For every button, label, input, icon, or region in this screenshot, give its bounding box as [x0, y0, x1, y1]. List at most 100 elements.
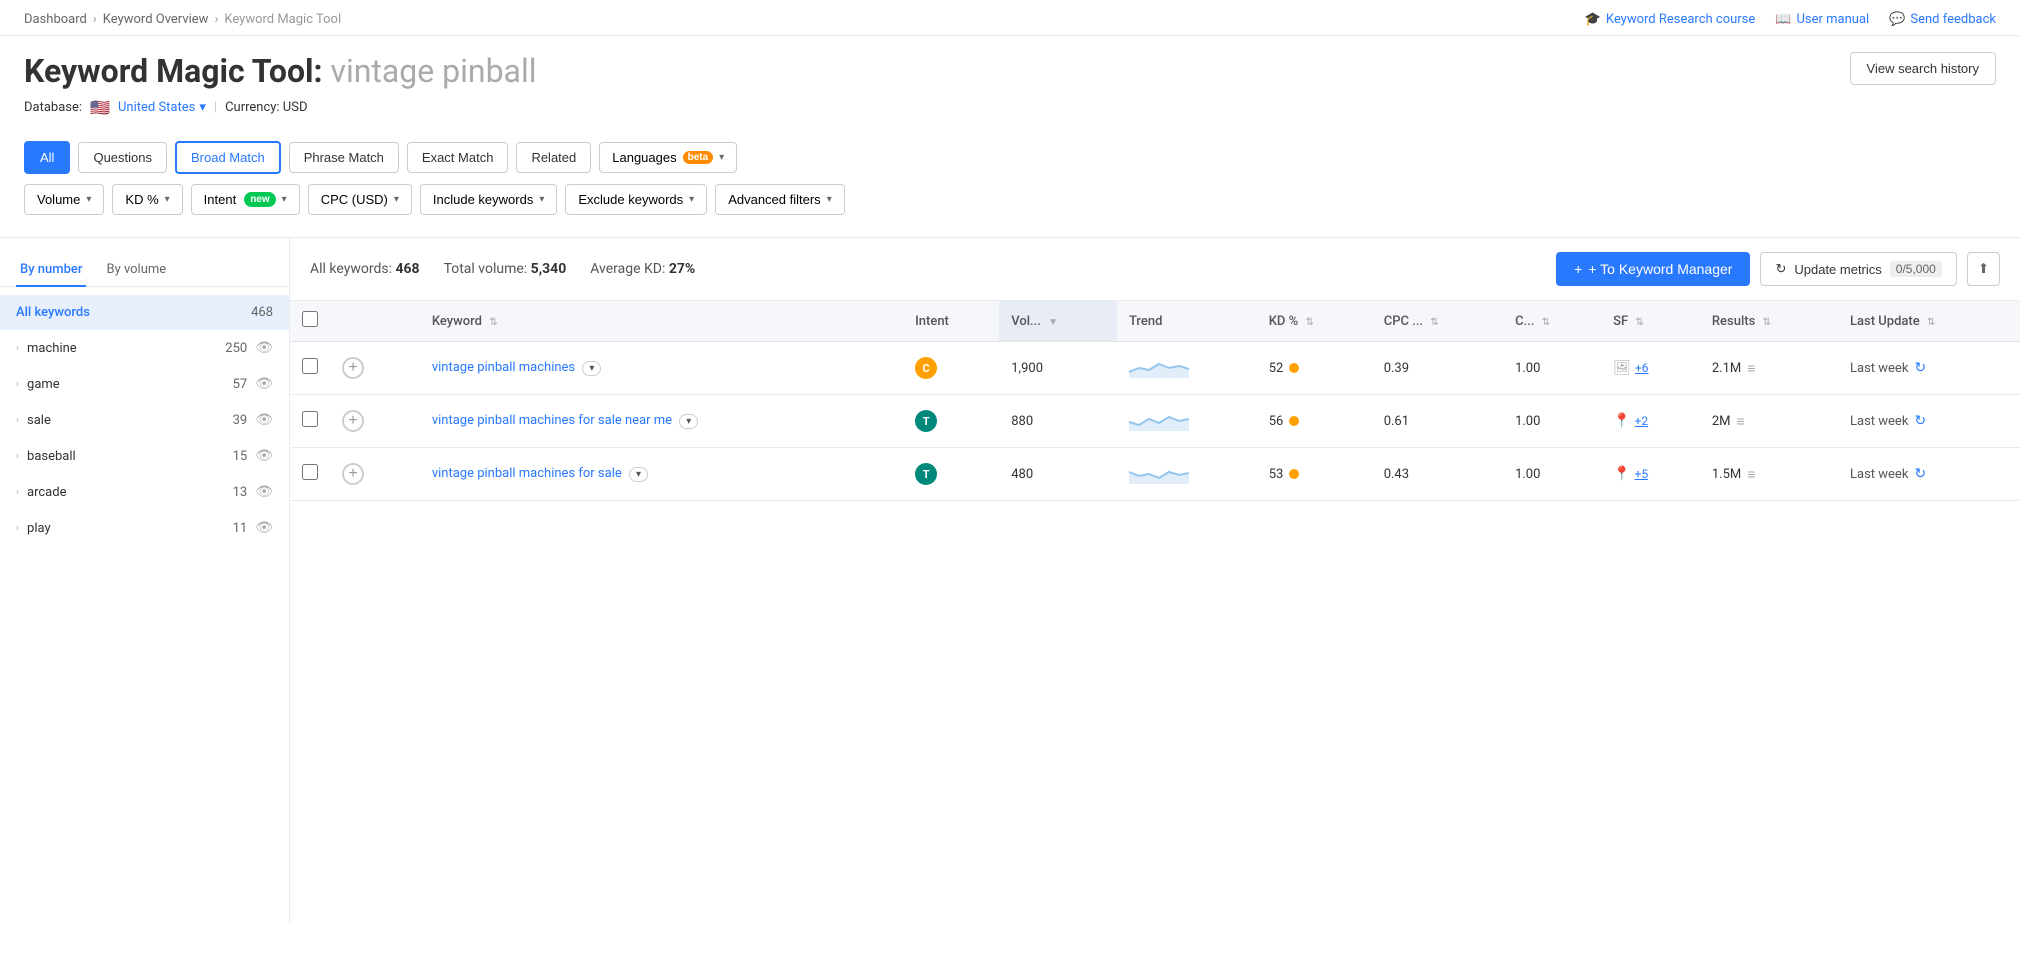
- list-icon: ≡: [1747, 360, 1755, 377]
- include-keywords-filter[interactable]: Include keywords ▾: [420, 184, 557, 215]
- intent-filter[interactable]: Intent new ▾: [191, 184, 300, 215]
- results-col-header[interactable]: Results ⇅: [1700, 301, 1838, 342]
- keyword-expand-button[interactable]: ▾: [629, 467, 648, 482]
- tab-all[interactable]: All: [24, 141, 70, 174]
- sidebar-tab-by-volume[interactable]: By volume: [102, 254, 170, 287]
- to-keyword-manager-button[interactable]: + + To Keyword Manager: [1556, 252, 1750, 286]
- sort-icon: ⇅: [1305, 317, 1313, 328]
- sidebar-item-play[interactable]: › play 11 👁: [0, 510, 289, 546]
- languages-button[interactable]: Languages beta ▾: [599, 142, 737, 173]
- comp-cell: 1.00: [1503, 342, 1601, 395]
- breadcrumb: Dashboard › Keyword Overview › Keyword M…: [24, 12, 341, 27]
- comp-cell: 1.00: [1503, 448, 1601, 501]
- tab-phrase-match[interactable]: Phrase Match: [289, 142, 399, 173]
- add-keyword-button[interactable]: +: [342, 357, 364, 379]
- row-checkbox[interactable]: [302, 358, 318, 374]
- view-search-history-button[interactable]: View search history: [1850, 52, 1996, 85]
- kd-cell: 53: [1257, 448, 1372, 501]
- image-icon: 🖼: [1613, 360, 1631, 376]
- subtitle: Database: 🇺🇸 United States ▾ | Currency:…: [24, 98, 1996, 117]
- sort-icon: ⇅: [1763, 317, 1771, 328]
- sf-count[interactable]: +5: [1635, 467, 1649, 481]
- feedback-icon: 💬: [1889, 12, 1905, 27]
- comp-col-header[interactable]: C... ⇅: [1503, 301, 1601, 342]
- chevron-down-icon: ▾: [282, 194, 287, 205]
- sf-count[interactable]: +2: [1635, 414, 1649, 428]
- breadcrumb-keyword-overview[interactable]: Keyword Overview: [103, 12, 209, 27]
- export-button[interactable]: ⬆: [1967, 252, 2000, 286]
- page-title: Keyword Magic Tool: vintage pinball: [24, 52, 537, 90]
- eye-icon[interactable]: 👁: [255, 412, 273, 428]
- intent-cell: C: [903, 342, 999, 395]
- kd-col-header[interactable]: KD % ⇅: [1257, 301, 1372, 342]
- kd-difficulty-dot: [1289, 469, 1299, 479]
- tab-broad-match[interactable]: Broad Match: [175, 141, 281, 174]
- refresh-icon[interactable]: ↻: [1914, 466, 1926, 482]
- update-metrics-button[interactable]: ↻ Update metrics 0/5,000: [1760, 252, 1956, 286]
- sidebar-item-arcade[interactable]: › arcade 13 👁: [0, 474, 289, 510]
- eye-icon[interactable]: 👁: [255, 484, 273, 500]
- refresh-icon: ↻: [1775, 261, 1786, 277]
- chevron-right-icon: ›: [16, 451, 19, 462]
- eye-icon[interactable]: 👁: [255, 340, 273, 356]
- manual-icon: 📖: [1775, 12, 1791, 27]
- last-update-col-header[interactable]: Last Update ⇅: [1838, 301, 2020, 342]
- table-row: + vintage pinball machines ▾ C 1,90: [290, 342, 2020, 395]
- tab-questions[interactable]: Questions: [78, 142, 167, 173]
- row-checkbox[interactable]: [302, 411, 318, 427]
- kd-filter[interactable]: KD % ▾: [112, 184, 182, 215]
- add-keyword-button[interactable]: +: [342, 410, 364, 432]
- send-feedback-link[interactable]: 💬 Send feedback: [1889, 12, 1996, 27]
- filter-row-2: Volume ▾ KD % ▾ Intent new ▾ CPC (USD) ▾…: [24, 184, 1996, 215]
- select-all-checkbox[interactable]: [302, 311, 318, 327]
- results-cell: 2.1M ≡: [1700, 342, 1838, 395]
- intent-badge-transactional: T: [915, 410, 937, 432]
- user-manual-link[interactable]: 📖 User manual: [1775, 12, 1869, 27]
- row-checkbox[interactable]: [302, 464, 318, 480]
- eye-icon[interactable]: 👁: [255, 448, 273, 464]
- sort-icon: ⇅: [1635, 317, 1643, 328]
- top-bar: Dashboard › Keyword Overview › Keyword M…: [0, 0, 2020, 36]
- add-keyword-button[interactable]: +: [342, 463, 364, 485]
- keyword-link[interactable]: vintage pinball machines for sale: [432, 466, 622, 481]
- refresh-icon[interactable]: ↻: [1914, 360, 1926, 376]
- volume-col-header[interactable]: Vol... ▼: [999, 301, 1117, 342]
- upload-icon: ⬆: [1978, 261, 1989, 276]
- chevron-down-icon: ▾: [719, 152, 724, 163]
- chevron-right-icon: ›: [16, 487, 19, 498]
- chevron-down-icon: ▾: [199, 100, 206, 115]
- eye-icon[interactable]: 👁: [255, 520, 273, 536]
- keywords-table: Keyword ⇅ Intent Vol... ▼ Trend KD % ⇅ C…: [290, 301, 2020, 501]
- breadcrumb-dashboard[interactable]: Dashboard: [24, 12, 87, 27]
- database-selector[interactable]: United States ▾: [118, 100, 206, 115]
- intent-col-header[interactable]: Intent: [903, 301, 999, 342]
- keyword-col-header[interactable]: Keyword ⇅: [420, 301, 903, 342]
- sidebar-tab-by-number[interactable]: By number: [16, 254, 86, 287]
- keyword-expand-button[interactable]: ▾: [679, 414, 698, 429]
- sidebar-item-sale[interactable]: › sale 39 👁: [0, 402, 289, 438]
- keyword-research-course-link[interactable]: 🎓 Keyword Research course: [1585, 12, 1756, 27]
- row-checkbox-cell: [290, 448, 330, 501]
- refresh-icon[interactable]: ↻: [1914, 413, 1926, 429]
- eye-icon[interactable]: 👁: [255, 376, 273, 392]
- new-badge: new: [244, 192, 275, 207]
- keyword-expand-button[interactable]: ▾: [582, 361, 601, 376]
- tab-related[interactable]: Related: [516, 142, 591, 173]
- advanced-filters[interactable]: Advanced filters ▾: [715, 184, 845, 215]
- trend-col-header[interactable]: Trend: [1117, 301, 1257, 342]
- cpc-col-header[interactable]: CPC ... ⇅: [1372, 301, 1503, 342]
- sidebar-item-game[interactable]: › game 57 👁: [0, 366, 289, 402]
- location-icon: 📍: [1613, 466, 1630, 482]
- cpc-cell: 0.43: [1372, 448, 1503, 501]
- keyword-link[interactable]: vintage pinball machines for sale near m…: [432, 413, 672, 428]
- keyword-link[interactable]: vintage pinball machines: [432, 360, 575, 375]
- cpc-filter[interactable]: CPC (USD) ▾: [308, 184, 412, 215]
- sidebar-item-all-keywords[interactable]: All keywords 468: [0, 295, 289, 330]
- sidebar-item-baseball[interactable]: › baseball 15 👁: [0, 438, 289, 474]
- sf-col-header[interactable]: SF ⇅: [1601, 301, 1700, 342]
- tab-exact-match[interactable]: Exact Match: [407, 142, 509, 173]
- volume-filter[interactable]: Volume ▾: [24, 184, 104, 215]
- exclude-keywords-filter[interactable]: Exclude keywords ▾: [565, 184, 707, 215]
- sidebar-item-machine[interactable]: › machine 250 👁: [0, 330, 289, 366]
- sf-count[interactable]: +6: [1635, 361, 1649, 375]
